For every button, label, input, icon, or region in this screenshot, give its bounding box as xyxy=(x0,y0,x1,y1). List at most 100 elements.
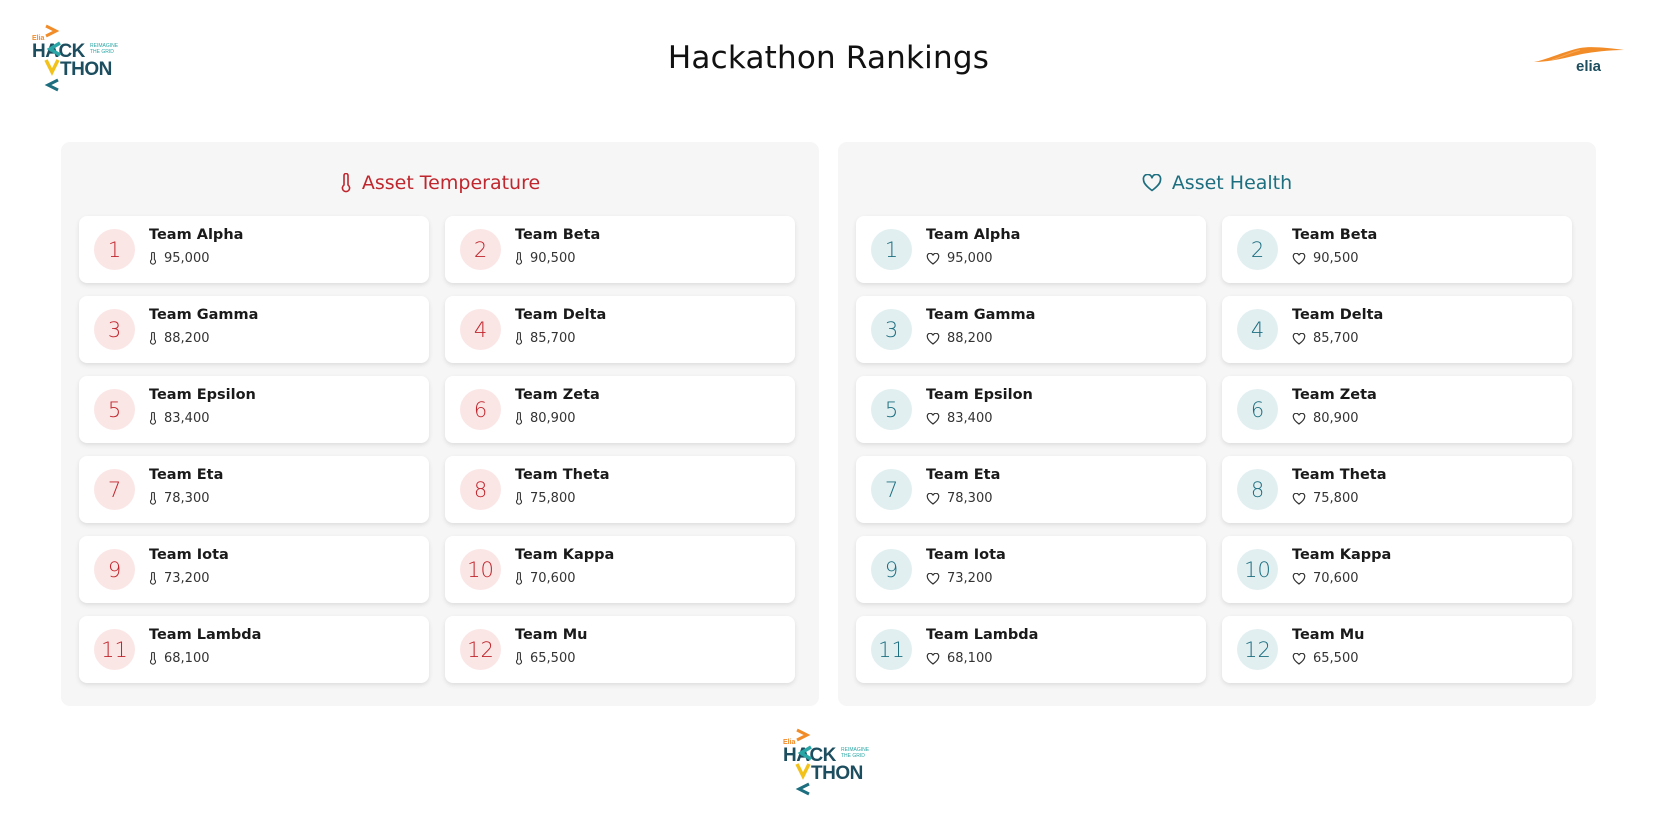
ranking-grid: 1 Team Alpha 95,000 2 Team Beta 90,500 3 Team… xyxy=(79,216,795,683)
team-card[interactable]: 11 Team Lambda 68,100 xyxy=(856,616,1206,683)
rank-badge: 1 xyxy=(94,229,135,270)
team-score: 85,700 xyxy=(1313,331,1359,346)
heart-icon xyxy=(1292,652,1306,665)
page-header: Elia HACK REIMAGINE THE GRID THON Hackat… xyxy=(0,0,1657,120)
score-line: 68,100 xyxy=(149,651,210,666)
elia-logo-text: elia xyxy=(1576,58,1602,74)
team-score: 68,100 xyxy=(164,651,210,666)
team-name: Team Lambda xyxy=(149,627,262,643)
team-card[interactable]: 3 Team Gamma 88,200 xyxy=(856,296,1206,363)
score-line: 73,200 xyxy=(149,571,210,586)
team-card[interactable]: 4 Team Delta 85,700 xyxy=(445,296,795,363)
panel-title-text: Asset Health xyxy=(1171,172,1293,194)
team-name: Team Alpha xyxy=(926,227,1021,243)
team-score: 80,900 xyxy=(1313,411,1359,426)
team-score: 68,100 xyxy=(947,651,993,666)
thermometer-icon xyxy=(149,332,157,345)
team-card[interactable]: 6 Team Zeta 80,900 xyxy=(1222,376,1572,443)
team-card[interactable]: 10 Team Kappa 70,600 xyxy=(1222,536,1572,603)
team-name: Team Beta xyxy=(515,227,601,243)
team-score: 85,700 xyxy=(530,331,576,346)
team-score: 83,400 xyxy=(947,411,993,426)
team-score: 65,500 xyxy=(1313,651,1359,666)
team-score: 80,900 xyxy=(530,411,576,426)
team-card[interactable]: 5 Team Epsilon 83,400 xyxy=(79,376,429,443)
team-card[interactable]: 10 Team Kappa 70,600 xyxy=(445,536,795,603)
score-line: 78,300 xyxy=(149,491,210,506)
panel-title-temperature: Asset Temperature xyxy=(61,172,819,194)
score-line: 75,800 xyxy=(515,491,576,506)
rank-badge: 3 xyxy=(871,309,912,350)
team-card[interactable]: 9 Team Iota 73,200 xyxy=(856,536,1206,603)
thermometer-icon xyxy=(149,412,157,425)
rank-badge: 2 xyxy=(460,229,501,270)
team-card[interactable]: 11 Team Lambda 68,100 xyxy=(79,616,429,683)
team-card[interactable]: 12 Team Mu 65,500 xyxy=(445,616,795,683)
team-card[interactable]: 7 Team Eta 78,300 xyxy=(79,456,429,523)
team-card[interactable]: 3 Team Gamma 88,200 xyxy=(79,296,429,363)
team-score: 70,600 xyxy=(530,571,576,586)
thermometer-icon xyxy=(515,572,523,585)
page-title: Hackathon Rankings xyxy=(667,40,990,76)
rank-badge: 5 xyxy=(871,389,912,430)
score-line: 78,300 xyxy=(926,491,993,506)
rank-badge: 12 xyxy=(1237,629,1278,670)
team-card[interactable]: 1 Team Alpha 95,000 xyxy=(79,216,429,283)
rank-badge: 3 xyxy=(94,309,135,350)
rank-badge: 10 xyxy=(460,549,501,590)
asset-health-panel: Asset Health 1 Team Alpha 95,000 2 Team Bet… xyxy=(838,142,1596,706)
heart-icon xyxy=(926,412,940,425)
team-name: Team Theta xyxy=(515,467,610,483)
team-card[interactable]: 6 Team Zeta 80,900 xyxy=(445,376,795,443)
team-card[interactable]: 12 Team Mu 65,500 xyxy=(1222,616,1572,683)
team-score: 78,300 xyxy=(164,491,210,506)
asset-temperature-panel: Asset Temperature 1 Team Alpha 95,000 2 Tea… xyxy=(61,142,819,706)
team-card[interactable]: 2 Team Beta 90,500 xyxy=(445,216,795,283)
score-line: 85,700 xyxy=(1292,331,1359,346)
hackathon-logo-footer: Elia HACK REIMAGINE THE GRID THON xyxy=(783,728,870,796)
score-line: 65,500 xyxy=(515,651,576,666)
team-score: 90,500 xyxy=(1313,251,1359,266)
rank-badge: 7 xyxy=(871,469,912,510)
team-name: Team Mu xyxy=(515,627,588,643)
team-score: 65,500 xyxy=(530,651,576,666)
score-line: 90,500 xyxy=(515,251,576,266)
heart-icon xyxy=(1292,252,1306,265)
team-card[interactable]: 8 Team Theta 75,800 xyxy=(1222,456,1572,523)
team-card[interactable]: 9 Team Iota 73,200 xyxy=(79,536,429,603)
team-name: Team Theta xyxy=(1292,467,1387,483)
score-line: 68,100 xyxy=(926,651,993,666)
team-card[interactable]: 2 Team Beta 90,500 xyxy=(1222,216,1572,283)
team-name: Team Kappa xyxy=(515,547,615,563)
thermometer-icon xyxy=(149,252,157,265)
score-line: 88,200 xyxy=(149,331,210,346)
team-card[interactable]: 1 Team Alpha 95,000 xyxy=(856,216,1206,283)
team-card[interactable]: 4 Team Delta 85,700 xyxy=(1222,296,1572,363)
team-score: 73,200 xyxy=(947,571,993,586)
rank-badge: 2 xyxy=(1237,229,1278,270)
thermometer-icon xyxy=(515,412,523,425)
thermometer-icon xyxy=(515,492,523,505)
rank-badge: 5 xyxy=(94,389,135,430)
score-line: 95,000 xyxy=(926,251,993,266)
ranking-grid: 1 Team Alpha 95,000 2 Team Beta 90,500 3 Team… xyxy=(856,216,1572,683)
team-name: Team Delta xyxy=(515,307,607,323)
team-score: 83,400 xyxy=(164,411,210,426)
heart-icon xyxy=(926,252,940,265)
score-line: 65,500 xyxy=(1292,651,1359,666)
score-line: 85,700 xyxy=(515,331,576,346)
heart-icon xyxy=(926,492,940,505)
score-line: 83,400 xyxy=(149,411,210,426)
rank-badge: 9 xyxy=(94,549,135,590)
team-card[interactable]: 5 Team Epsilon 83,400 xyxy=(856,376,1206,443)
thermometer-icon xyxy=(149,652,157,665)
rank-badge: 1 xyxy=(871,229,912,270)
team-card[interactable]: 7 Team Eta 78,300 xyxy=(856,456,1206,523)
team-card[interactable]: 8 Team Theta 75,800 xyxy=(445,456,795,523)
team-name: Team Delta xyxy=(1292,307,1384,323)
heart-icon xyxy=(1292,572,1306,585)
score-line: 80,900 xyxy=(515,411,576,426)
panel-title-health: Asset Health xyxy=(838,172,1596,194)
score-line: 88,200 xyxy=(926,331,993,346)
logo-tagline2-text: THE GRID xyxy=(841,753,865,759)
